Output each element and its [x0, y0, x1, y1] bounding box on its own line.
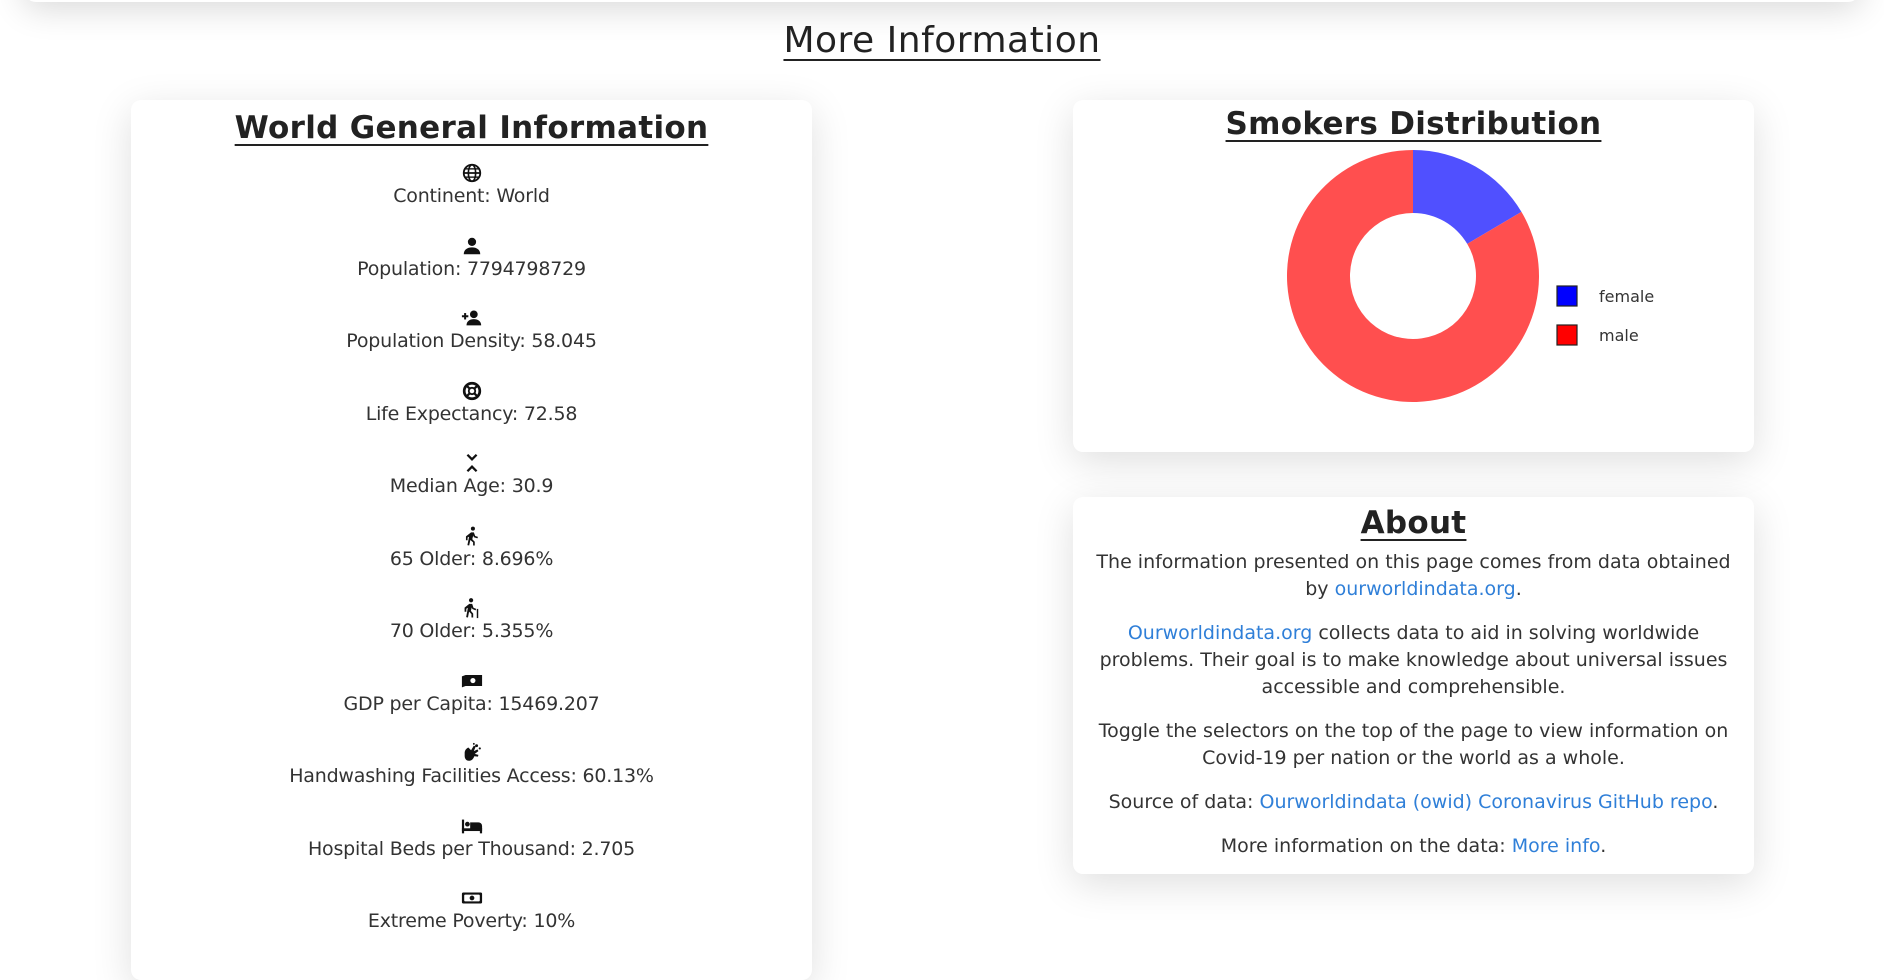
info-label-continent: Continent: World: [393, 185, 550, 207]
globe-icon: [461, 162, 483, 184]
info-label-population: Population: 7794798729: [357, 257, 586, 280]
about-paragraph-mission: Ourworldindata.org collects data to aid …: [1087, 620, 1740, 701]
top-navbar: [24, 0, 1860, 2]
person-icon: [461, 235, 483, 257]
info-item-65-older: 65 Older: 8.696%: [131, 525, 812, 598]
bed-icon: [461, 815, 483, 837]
about-p5-end: .: [1600, 835, 1607, 857]
info-item-70-older: 70 Older: 5.355%: [131, 597, 812, 670]
walking-cane-icon: [461, 597, 483, 619]
walking-icon: [461, 525, 483, 547]
info-label-median-age: Median Age: 30.9: [389, 475, 554, 497]
about-p5-text: More information on the data:: [1220, 835, 1512, 857]
info-label-65-older: 65 Older: 8.696%: [389, 547, 554, 570]
legend-swatch-male[interactable]: [1556, 324, 1578, 346]
legend-swatch-female[interactable]: [1556, 285, 1578, 307]
about-paragraph-toggle: Toggle the selectors on the top of the p…: [1087, 718, 1740, 772]
about-card: About The information presented on this …: [1073, 497, 1754, 874]
about-body: The information presented on this page c…: [1073, 541, 1754, 860]
about-paragraph-source: The information presented on this page c…: [1087, 549, 1740, 603]
info-item-gdp: GDP per Capita: 15469.207: [131, 670, 812, 743]
world-info-card: World General Information Continent: Wor…: [131, 100, 812, 980]
info-label-handwashing: Handwashing Facilities Access: 60.13%: [289, 765, 654, 787]
info-item-handwashing: Handwashing Facilities Access: 60.13%: [131, 742, 812, 815]
about-paragraph-more-info: More information on the data: More info.: [1087, 833, 1740, 860]
info-label-extreme-poverty: Extreme Poverty: 10%: [367, 910, 576, 932]
info-label-population-density: Population Density: 58.045: [346, 330, 597, 352]
world-info-title: World General Information: [234, 110, 709, 146]
ourworldindata-org-link[interactable]: Ourworldindata.org: [1128, 622, 1312, 644]
about-paragraph-data-source: Source of data: Ourworldindata (owid) Co…: [1087, 789, 1740, 816]
handwashing-icon: [461, 742, 483, 764]
chevrons-icon: [461, 452, 483, 474]
info-item-median-age: Median Age: 30.9: [131, 452, 812, 525]
about-p1-end: .: [1515, 578, 1522, 600]
ourworldindata-link[interactable]: ourworldindata.org: [1335, 578, 1516, 600]
legend-label-male[interactable]: male: [1599, 326, 1639, 345]
about-p4-end: .: [1712, 791, 1719, 813]
info-item-hospital-beds: Hospital Beds per Thousand: 2.705: [131, 815, 812, 888]
banknote-icon: [461, 887, 483, 909]
info-item-extreme-poverty: Extreme Poverty: 10%: [131, 887, 812, 960]
about-p4-text: Source of data:: [1108, 791, 1260, 813]
info-label-70-older: 70 Older: 5.355%: [389, 620, 554, 642]
info-item-continent: Continent: World: [131, 162, 812, 235]
about-p3-text: Toggle the selectors on the top of the p…: [1098, 720, 1729, 769]
world-info-list: Continent: World Population: 7794798729 …: [131, 162, 812, 960]
info-item-population: Population: 7794798729: [131, 235, 812, 308]
info-item-population-density: Population Density: 58.045: [131, 307, 812, 380]
info-label-hospital-beds: Hospital Beds per Thousand: 2.705: [307, 837, 636, 860]
more-info-link[interactable]: More info: [1512, 835, 1600, 857]
money-icon: [461, 670, 483, 692]
smokers-chart: female male: [1073, 144, 1754, 444]
smokers-title: Smokers Distribution: [1225, 106, 1602, 142]
page-title: More Information: [783, 20, 1101, 61]
smokers-card: Smokers Distribution female male: [1073, 100, 1754, 452]
add-person-icon: [461, 307, 483, 329]
about-title: About: [1360, 505, 1467, 541]
github-repo-link[interactable]: Ourworldindata (owid) Coronavirus GitHub…: [1259, 791, 1712, 813]
info-item-life-expectancy: Life Expectancy: 72.58: [131, 380, 812, 453]
info-label-gdp: GDP per Capita: 15469.207: [343, 692, 600, 715]
legend-label-female[interactable]: female: [1599, 287, 1654, 306]
lifebuoy-icon: [461, 380, 483, 402]
info-label-life-expectancy: Life Expectancy: 72.58: [365, 402, 578, 425]
smokers-donut-chart: female male: [1287, 150, 1654, 402]
